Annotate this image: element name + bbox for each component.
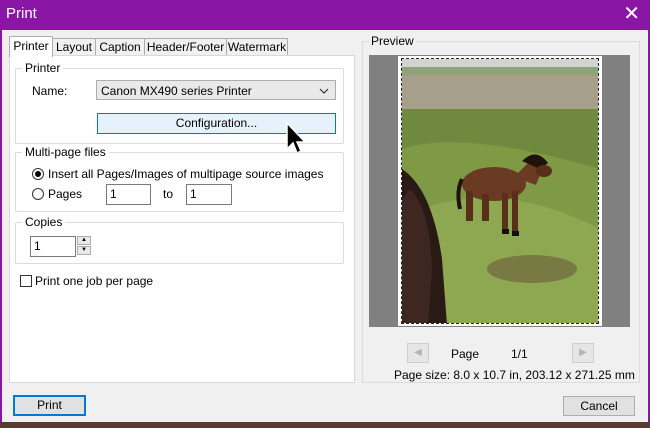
close-icon[interactable]: ✕ <box>623 3 640 25</box>
window-border-left <box>0 30 2 428</box>
one-job-label: Print one job per page <box>35 274 154 288</box>
printer-select-value: Canon MX490 series Printer <box>101 84 252 98</box>
tab-watermark[interactable]: Watermark <box>226 38 288 56</box>
printer-group-label: Printer <box>22 61 64 75</box>
next-page-button[interactable]: ▶ <box>572 343 594 363</box>
pages-from-input[interactable]: 1 <box>106 184 151 205</box>
printer-select[interactable]: Canon MX490 series Printer <box>96 80 336 100</box>
one-job-checkbox[interactable] <box>20 275 32 287</box>
tab-header-footer[interactable]: Header/Footer <box>144 38 227 56</box>
cancel-button[interactable]: Cancel <box>563 396 635 416</box>
radio-insert-all[interactable] <box>32 168 44 180</box>
copies-input[interactable]: 1 <box>30 236 76 257</box>
multipage-group: Multi-page files <box>15 145 344 212</box>
tab-layout[interactable]: Layout <box>52 38 96 56</box>
pages-to-input[interactable]: 1 <box>186 184 232 205</box>
background-strip <box>0 422 650 428</box>
preview-group-label: Preview <box>369 34 416 48</box>
tab-printer[interactable]: Printer <box>9 36 53 57</box>
radio-insert-all-label: Insert all Pages/Images of multipage sou… <box>48 167 324 181</box>
previous-page-button[interactable]: ◀ <box>407 343 429 363</box>
print-button[interactable]: Print <box>13 395 86 416</box>
copies-spin-down[interactable]: ▼ <box>77 246 91 255</box>
copies-spin-up[interactable]: ▲ <box>77 236 91 245</box>
preview-image <box>401 58 599 324</box>
chevron-down-icon <box>319 81 329 107</box>
multipage-group-label: Multi-page files <box>22 145 109 159</box>
tab-caption[interactable]: Caption <box>95 38 145 56</box>
print-dialog: Print ✕ Printer Layout Caption Header/Fo… <box>0 0 650 428</box>
pages-to-label: to <box>163 187 174 201</box>
page-label: Page <box>451 347 480 361</box>
title-bar: Print ✕ <box>0 0 650 30</box>
window-title: Print <box>6 5 37 22</box>
page-counter: 1/1 <box>511 347 528 361</box>
radio-pages[interactable] <box>32 188 44 200</box>
printer-name-label: Name: <box>32 84 68 98</box>
copies-group-label: Copies <box>22 215 66 229</box>
radio-pages-label: Pages <box>48 187 83 201</box>
page-size-text: Page size: 8.0 x 10.7 in, 203.12 x 271.2… <box>394 368 635 382</box>
